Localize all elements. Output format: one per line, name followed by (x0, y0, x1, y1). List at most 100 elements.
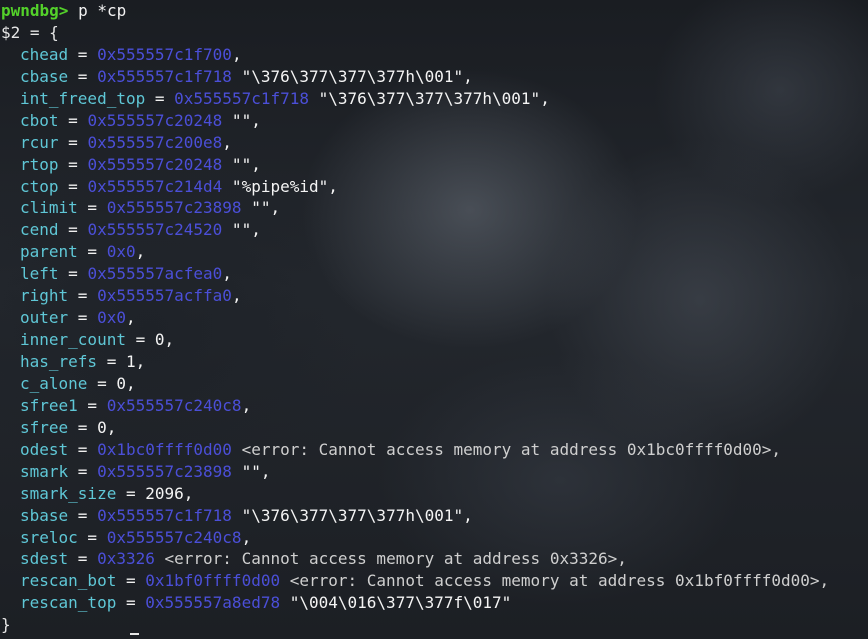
field-address: 0x0 (97, 308, 126, 328)
field-suffix: , (125, 308, 136, 328)
field-suffix: , (241, 395, 252, 415)
field-address: 0x1bf0ffff0d00 (145, 571, 281, 591)
field-address: 0x555557c20248 (87, 110, 223, 130)
struct-field-sfree1: sfree1 = 0x555557c240c8, (1, 395, 829, 417)
result-footer: } (1, 615, 11, 635)
field-address: 0x555557c200e8 (87, 132, 223, 152)
field-name: smark (20, 461, 69, 481)
struct-field-left: left = 0x555557acfea0, (1, 263, 829, 285)
field-suffix: , (135, 242, 146, 262)
equals-sign: = (68, 439, 98, 459)
struct-field-sbase: sbase = 0x555557c1f718 "\376\377\377\377… (1, 505, 829, 527)
equals-sign: = (116, 483, 146, 503)
field-number: 2096 (145, 483, 184, 503)
field-suffix: "\004\016\377\377f\017" (280, 593, 512, 613)
field-address: 0x555557c24520 (87, 220, 223, 240)
text-cursor (130, 633, 139, 635)
field-address: 0x3326 (97, 549, 155, 569)
field-name: sbase (20, 505, 69, 525)
equals-sign: = (68, 549, 98, 569)
equals-sign: = (125, 330, 155, 350)
field-name: c_alone (20, 373, 88, 393)
equals-sign: = (87, 373, 117, 393)
field-name: right (20, 286, 69, 306)
field-name: chead (20, 44, 69, 64)
field-address: 0x1bc0ffff0d00 (97, 439, 232, 459)
equals-sign: = (68, 461, 98, 481)
struct-field-has-refs: has_refs = 1, (1, 351, 829, 373)
equals-sign: = (116, 593, 146, 613)
equals-sign: = (77, 527, 107, 547)
field-name: rescan_top (20, 593, 117, 613)
field-name: sreloc (20, 527, 78, 547)
equals-sign: = (68, 308, 98, 328)
pwndbg-prompt: pwndbg> (1, 1, 69, 20)
field-address: 0x555557c23898 (106, 198, 242, 218)
terminal-window[interactable]: pwndbg> p *cp $2 = { chead = 0x555557c1f… (0, 0, 868, 639)
field-name: rescan_bot (20, 571, 117, 591)
field-error: <error: Cannot access memory at address … (231, 439, 782, 459)
field-number: 0 (116, 373, 126, 393)
result-header: $2 = { (1, 22, 59, 42)
field-name: smark_size (20, 483, 117, 503)
equals-sign: = (68, 286, 98, 306)
field-number: 1 (125, 352, 136, 371)
field-name: cend (20, 220, 59, 240)
equals-sign: = (58, 154, 88, 174)
field-address: 0x555557c1f718 (174, 88, 309, 108)
equals-sign: = (145, 88, 175, 108)
equals-sign: = (68, 505, 98, 525)
struct-field-parent: parent = 0x0, (1, 241, 829, 263)
field-address: 0x555557c1f700 (97, 44, 232, 64)
field-name: inner_count (20, 330, 126, 350)
equals-sign: = (77, 198, 107, 218)
equals-sign: = (58, 176, 88, 196)
struct-field-rtop: rtop = 0x555557c20248 "", (1, 154, 829, 176)
struct-field-chead: chead = 0x555557c1f700, (1, 44, 829, 66)
equals-sign: = (77, 242, 107, 262)
struct-field-rescan-top: rescan_top = 0x555557a8ed78 "\004\016\37… (1, 592, 829, 614)
equals-sign: = (68, 44, 98, 64)
equals-sign: = (68, 66, 98, 86)
field-suffix: "%pipe%id", (222, 176, 338, 196)
field-name: sdest (20, 549, 69, 569)
field-suffix: , (106, 417, 117, 437)
field-name: has_refs (20, 352, 98, 371)
struct-field-sdest: sdest = 0x3326 <error: Cannot access mem… (1, 548, 829, 570)
struct-field-smark: smark = 0x555557c23898 "", (1, 461, 829, 483)
field-address: 0x555557acffa0 (97, 286, 232, 306)
field-suffix: , (231, 44, 242, 64)
field-name: outer (20, 308, 69, 328)
equals-sign: = (58, 132, 88, 152)
field-suffix: , (125, 373, 136, 393)
field-suffix: , (222, 132, 232, 152)
gdb-output: pwndbg> p *cp $2 = { chead = 0x555557c1f… (1, 0, 829, 636)
field-error: <error: Cannot access memory at address … (154, 549, 627, 569)
field-name: odest (20, 439, 69, 459)
struct-field-cbot: cbot = 0x555557c20248 "", (1, 110, 829, 132)
equals-sign: = (58, 264, 88, 284)
equals-sign: = (116, 571, 146, 591)
field-suffix: , (222, 264, 232, 284)
field-name: rcur (20, 132, 59, 152)
field-address: 0x555557c1f718 (97, 66, 232, 86)
equals-sign: = (77, 395, 107, 415)
field-suffix: "\376\377\377\377h\001", (231, 66, 473, 86)
field-address: 0x555557c23898 (97, 461, 232, 481)
struct-fields: chead = 0x555557c1f700, cbase = 0x555557c… (1, 44, 829, 614)
struct-field-rcur: rcur = 0x555557c200e8, (1, 132, 829, 154)
struct-field-odest: odest = 0x1bc0ffff0d00 <error: Cannot ac… (1, 439, 829, 461)
field-name: cbase (20, 66, 69, 86)
equals-sign: = (58, 220, 88, 240)
prompt-line: pwndbg> p *cp (1, 0, 829, 22)
field-name: parent (20, 242, 78, 262)
field-name: rtop (20, 154, 59, 174)
field-suffix: "", (222, 154, 261, 174)
field-error: <error: Cannot access memory at address … (280, 571, 830, 591)
equals-sign: = (58, 110, 88, 130)
field-suffix: "", (241, 198, 281, 218)
struct-field-ctop: ctop = 0x555557c214d4 "%pipe%id", (1, 176, 829, 198)
field-suffix: "\376\377\377\377h\001", (231, 505, 473, 525)
field-suffix: , (135, 352, 146, 371)
struct-field-outer: outer = 0x0, (1, 307, 829, 329)
